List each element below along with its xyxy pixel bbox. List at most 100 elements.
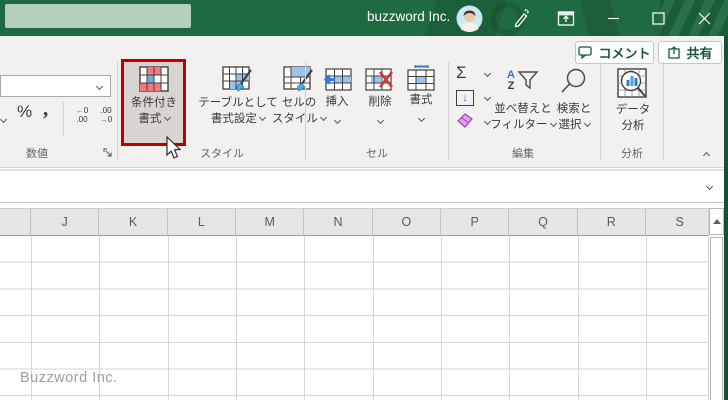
mouse-cursor <box>166 136 183 160</box>
group-divider <box>448 62 449 160</box>
column-header-O[interactable]: O <box>373 209 441 236</box>
gridline <box>646 236 647 400</box>
cell-styles-icon <box>283 66 315 93</box>
data-analysis-label-1: データ <box>610 102 656 118</box>
chevron-down-icon <box>333 117 340 124</box>
column-header-K[interactable]: K <box>99 209 167 236</box>
right-arrow-icon: → <box>100 115 108 124</box>
account-avatar[interactable] <box>455 0 483 36</box>
comments-label: コメント <box>598 43 650 62</box>
format-as-table-icon <box>222 66 254 93</box>
worksheet-grid[interactable]: JKLMNOPQRS Buzzword Inc. <box>0 203 724 400</box>
avatar-icon <box>456 5 483 32</box>
maximize-button[interactable] <box>643 0 673 36</box>
insert-label: 挿入 <box>314 95 360 110</box>
number-format-dropdown[interactable] <box>0 75 111 97</box>
group-divider <box>117 62 118 160</box>
maximize-icon <box>652 12 665 25</box>
find-select-label-2: 選択 <box>558 119 581 131</box>
delete-label: 削除 <box>357 95 403 110</box>
sort-filter-label-2: フィルター <box>490 119 547 131</box>
window-title: buzzword Inc. <box>367 9 450 24</box>
group-divider <box>600 62 601 160</box>
comments-button[interactable]: コメント <box>575 41 654 64</box>
comma-style-button[interactable]: , <box>43 96 48 121</box>
title-bar: buzzword Inc. <box>0 0 728 36</box>
chevron-down-icon[interactable] <box>0 116 7 123</box>
expand-formula-bar-icon[interactable] <box>706 183 713 190</box>
analysis-group-label: 分析 <box>621 145 643 161</box>
increase-decimal-button[interactable]: ←0 .00 <box>70 106 94 124</box>
format-label: 書式 <box>398 93 444 108</box>
window-right-border <box>724 36 728 400</box>
delete-cells-icon <box>365 68 395 91</box>
column-header-Q[interactable]: Q <box>509 209 577 236</box>
group-divider <box>663 62 664 160</box>
data-analysis-button[interactable]: データ 分析 <box>610 68 656 134</box>
vertical-scrollbar[interactable] <box>708 208 724 400</box>
format-cells-button[interactable]: 書式 <box>398 65 444 128</box>
sort-filter-label-1: 並べ替えと <box>490 101 556 117</box>
share-icon <box>667 46 681 59</box>
close-button[interactable] <box>689 0 719 36</box>
formula-bar[interactable] <box>0 169 724 203</box>
insert-cells-icon <box>322 68 352 91</box>
delete-cells-button[interactable]: 削除 <box>357 68 403 130</box>
column-header-P[interactable]: P <box>441 209 509 236</box>
clear-button[interactable] <box>456 112 492 132</box>
chevron-down-icon <box>417 115 424 122</box>
styles-group-label: スタイル <box>200 145 244 161</box>
editing-group-label: 編集 <box>512 145 534 161</box>
gridline <box>168 236 169 400</box>
sort-filter-button[interactable]: A Z 並べ替えと フィルター <box>490 63 556 133</box>
collapse-ribbon-button[interactable] <box>703 152 710 159</box>
group-divider <box>305 62 306 160</box>
share-label: 共有 <box>686 43 712 62</box>
ink-pen-button[interactable] <box>508 0 532 36</box>
titlebar-light-panel <box>5 4 191 28</box>
column-header-R[interactable]: R <box>578 209 646 236</box>
insert-cells-button[interactable]: 挿入 <box>314 68 360 130</box>
find-select-label-1: 検索と <box>552 101 596 117</box>
minimize-icon <box>607 12 620 25</box>
column-header-L[interactable]: L <box>168 209 236 236</box>
chevron-down-icon <box>584 120 591 127</box>
ribbon-display-options-button[interactable] <box>553 0 579 36</box>
az-letters: A Z <box>507 70 515 92</box>
watermark-text: Buzzword Inc. <box>20 370 118 386</box>
gridline <box>578 236 579 400</box>
format-cells-icon <box>407 65 435 91</box>
minimize-button[interactable] <box>598 0 628 36</box>
column-header-J[interactable]: J <box>31 209 99 236</box>
ribbon-display-options-icon <box>557 10 575 27</box>
cells-group-label: セル <box>366 145 388 161</box>
fill-button[interactable]: ↓ <box>456 88 492 108</box>
chevron-down-icon <box>96 83 103 90</box>
scrollbar-thumb[interactable] <box>710 237 723 400</box>
fill-down-icon: ↓ <box>456 90 474 106</box>
sigma-icon: Σ <box>456 63 467 82</box>
column-header-partial[interactable] <box>0 209 31 236</box>
column-header-N[interactable]: N <box>304 209 372 236</box>
highlight-rectangle <box>121 59 186 146</box>
share-button[interactable]: 共有 <box>658 41 722 64</box>
number-dialog-launcher[interactable] <box>103 146 114 164</box>
gridline <box>373 236 374 400</box>
find-select-button[interactable]: 検索と 選択 <box>552 63 596 133</box>
ribbon: コメント 共有 % , ←0 .00 .00 →0 数値 <box>0 36 728 168</box>
percent-style-button[interactable]: % <box>17 102 32 122</box>
left-arrow-icon: ← <box>76 106 84 115</box>
column-header-M[interactable]: M <box>236 209 304 236</box>
format-as-table-label-2: 書式設定 <box>211 113 257 125</box>
decrease-decimal-button[interactable]: .00 →0 <box>94 106 118 124</box>
column-header-S[interactable]: S <box>646 209 714 236</box>
gridline <box>509 236 510 400</box>
scroll-up-button[interactable] <box>709 208 724 235</box>
gridline <box>236 236 237 400</box>
scroll-up-icon <box>713 219 721 224</box>
filter-funnel-icon <box>517 69 539 93</box>
data-analysis-icon <box>617 68 649 100</box>
autosum-button[interactable]: Σ <box>456 63 492 85</box>
column-headers: JKLMNOPQRS <box>0 208 724 236</box>
cell-styles-label-2: スタイル <box>272 113 318 125</box>
